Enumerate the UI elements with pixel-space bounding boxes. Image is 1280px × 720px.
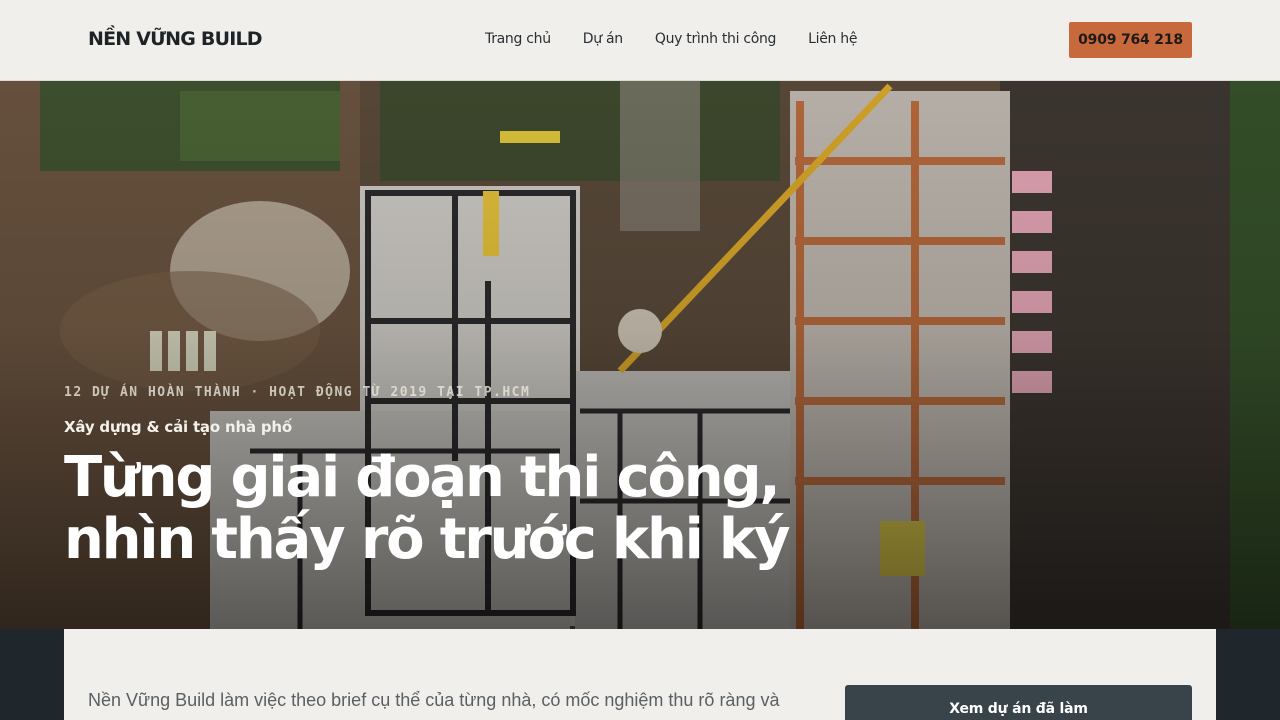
main-nav: Trang chủ Dự án Quy trình thi công Liên … bbox=[485, 31, 857, 47]
hero-subtitle: Xây dựng & cải tạo nhà phố bbox=[64, 418, 293, 436]
view-projects-button[interactable]: Xem dự án đã làm bbox=[845, 685, 1192, 720]
intro-card: Nền Vững Build làm việc theo brief cụ th… bbox=[64, 629, 1216, 720]
site-logo[interactable]: NỀN VỮNG BUILD bbox=[88, 28, 263, 50]
site-header: NỀN VỮNG BUILD Trang chủ Dự án Quy trình… bbox=[0, 0, 1280, 81]
headline-line-2: nhìn thấy rõ trước khi ký bbox=[64, 507, 790, 572]
phone-button[interactable]: 0909 764 218 bbox=[1069, 22, 1192, 58]
hero-eyebrow: 12 DỰ ÁN HOÀN THÀNH · HOẠT ĐỘNG TỪ 2019 … bbox=[64, 385, 531, 400]
intro-text: Nền Vững Build làm việc theo brief cụ th… bbox=[88, 690, 780, 710]
headline-line-1: Từng giai đoạn thi công, bbox=[64, 445, 781, 510]
nav-link-home[interactable]: Trang chủ bbox=[485, 31, 551, 47]
hero-headline: Từng giai đoạn thi công, nhìn thấy rõ tr… bbox=[64, 447, 824, 571]
nav-link-contact[interactable]: Liên hệ bbox=[808, 31, 857, 47]
hero-section: 12 DỰ ÁN HOÀN THÀNH · HOẠT ĐỘNG TỪ 2019 … bbox=[0, 81, 1280, 629]
nav-link-process[interactable]: Quy trình thi công bbox=[655, 31, 777, 47]
nav-link-projects[interactable]: Dự án bbox=[583, 31, 623, 47]
